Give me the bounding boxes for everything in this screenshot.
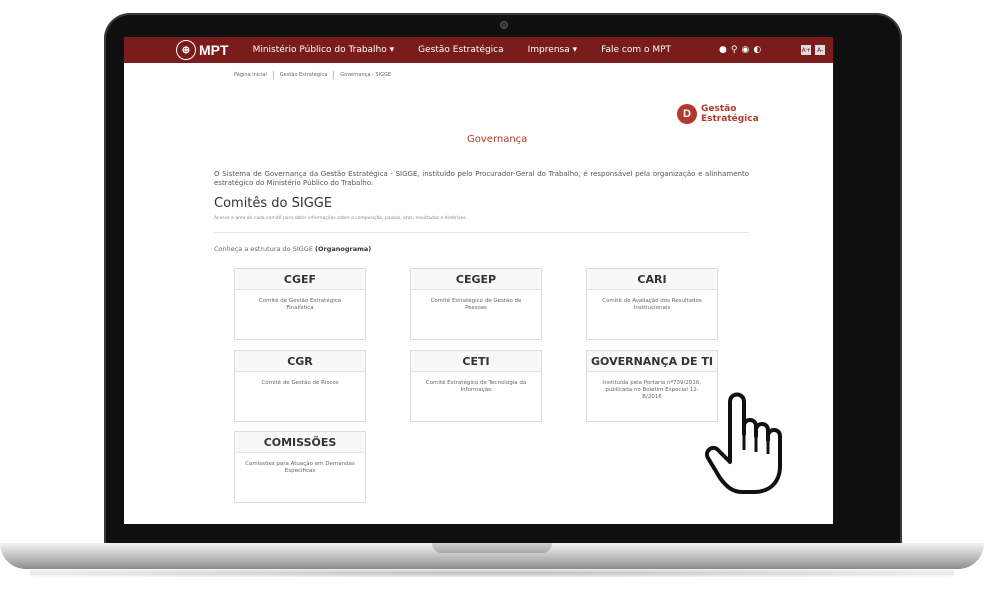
card-description: Comitê Estratégico de Gestão de Pessoas bbox=[430, 298, 522, 311]
mpt-logo[interactable]: ⊕ MPT bbox=[176, 40, 229, 60]
organogram-link[interactable]: (Organograma) bbox=[315, 245, 371, 253]
gestao-logo-icon: D bbox=[677, 104, 697, 124]
organogram-prefix: Conheça a estrutura do SIGGE bbox=[214, 245, 316, 253]
nav-icon-group: ● ⚲ ◉ ◐ bbox=[719, 45, 761, 55]
breadcrumb-current: Governança - SIGGE bbox=[340, 72, 391, 78]
nav-item-fale[interactable]: Fale com o MPT bbox=[601, 45, 671, 55]
breadcrumb-gestao[interactable]: Gestão Estratégica bbox=[280, 72, 328, 79]
card-description: Comitê de Avaliação dos Resultados Insti… bbox=[602, 298, 702, 311]
laptop-shadow bbox=[30, 569, 954, 577]
card-description: Comitê Estratégico de Tecnologia da Info… bbox=[425, 380, 527, 393]
committee-card-cari[interactable]: CARI Comitê de Avaliação dos Resultados … bbox=[586, 268, 718, 340]
nav-item-imprensa[interactable]: Imprensa ▾ bbox=[528, 45, 577, 55]
nav-item-ministerio[interactable]: Ministério Público do Trabalho ▾ bbox=[253, 45, 395, 55]
committee-card-governanca-ti[interactable]: GOVERNANÇA DE TI Instituída pela Portari… bbox=[586, 350, 718, 422]
logo-text: MPT bbox=[199, 42, 229, 58]
card-title: CGEF bbox=[235, 269, 365, 290]
contrast-icon[interactable]: ◐ bbox=[753, 45, 761, 55]
laptop-notch bbox=[432, 543, 552, 553]
breadcrumb: Página inicial Gestão Estratégica Govern… bbox=[234, 71, 391, 79]
brand-line2: Estratégica bbox=[701, 114, 759, 124]
card-description: Comitê de Gestão de Riscos bbox=[261, 380, 339, 386]
committee-card-cegep[interactable]: CEGEP Comitê Estratégico de Gestão de Pe… bbox=[410, 268, 542, 340]
breadcrumb-home[interactable]: Página inicial bbox=[234, 72, 267, 79]
pointing-hand-icon bbox=[705, 392, 782, 494]
gestao-estrategica-brand: D Gestão Estratégica bbox=[677, 104, 759, 124]
page-title: Governança bbox=[467, 134, 528, 145]
committee-card-cgef[interactable]: CGEF Comitê de Gestão Estratégica Finalí… bbox=[234, 268, 366, 340]
committee-card-ceti[interactable]: CETI Comitê Estratégico de Tecnologia da… bbox=[410, 350, 542, 422]
mpt-emblem-icon: ⊕ bbox=[176, 40, 196, 60]
card-title: CARI bbox=[587, 269, 717, 290]
sound-icon[interactable]: ◉ bbox=[741, 45, 749, 55]
card-title: CETI bbox=[411, 351, 541, 372]
card-title: CEGEP bbox=[411, 269, 541, 290]
camera-icon bbox=[501, 22, 507, 28]
card-title: GOVERNANÇA DE TI bbox=[587, 351, 717, 372]
committee-card-comissoes[interactable]: COMISSÕES Comissões para Atuação em Dema… bbox=[234, 431, 366, 503]
card-description: Comitê de Gestão Estratégica Finalística bbox=[258, 298, 342, 311]
card-title: CGR bbox=[235, 351, 365, 372]
organogram-line: Conheça a estrutura do SIGGE (Organogram… bbox=[214, 245, 371, 253]
card-title: COMISSÕES bbox=[235, 432, 365, 453]
breadcrumb-separator bbox=[272, 71, 274, 79]
divider bbox=[214, 232, 749, 233]
top-navbar: ⊕ MPT Ministério Público do Trabalho ▾ G… bbox=[124, 37, 833, 63]
committee-card-cgr[interactable]: CGR Comitê de Gestão de Riscos bbox=[234, 350, 366, 422]
intro-paragraph: O Sistema de Governança da Gestão Estrat… bbox=[214, 170, 749, 187]
brand-line1: Gestão bbox=[701, 104, 737, 114]
card-description: Comissões para Atuação em Demandas Espec… bbox=[245, 461, 355, 474]
section-subtitle: Acesse a área de cada comitê para obter … bbox=[214, 216, 468, 221]
section-title: Comitês do SIGGE bbox=[214, 196, 333, 211]
search-icon[interactable]: ⚲ bbox=[731, 45, 738, 55]
nav-item-gestao[interactable]: Gestão Estratégica bbox=[418, 45, 503, 55]
font-size-controls: A+ A- bbox=[801, 45, 826, 55]
breadcrumb-separator bbox=[333, 71, 335, 79]
font-decrease-button[interactable]: A- bbox=[815, 45, 826, 55]
font-increase-button[interactable]: A+ bbox=[801, 45, 812, 55]
card-description: Instituída pela Portaria nº739/2016, pub… bbox=[602, 380, 702, 400]
info-icon[interactable]: ● bbox=[719, 45, 727, 55]
brand-text: Gestão Estratégica bbox=[701, 104, 759, 124]
